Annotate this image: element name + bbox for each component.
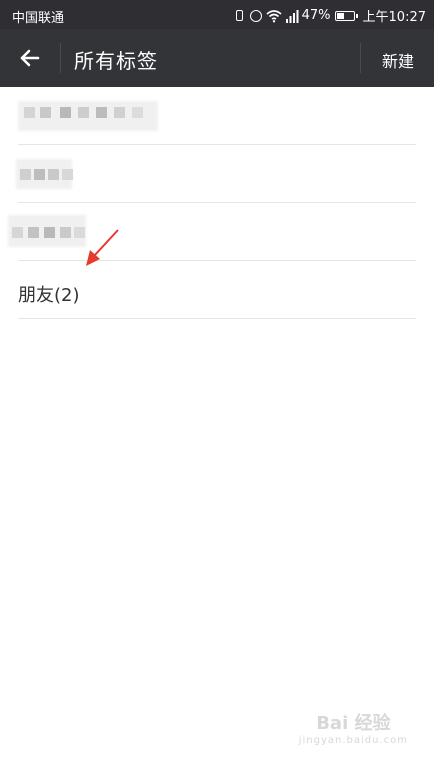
tag-item-blurred-2[interactable] [16,145,416,203]
app-bar: 所有标签 新建 [0,29,434,87]
baidu-watermark: Bai 经验 jingyan.baidu.com [299,709,408,746]
mosaic-pixel [96,107,107,118]
alarm-icon [249,9,262,22]
tag-item-blurred-3[interactable] [8,203,416,261]
tag-list: 朋友(2) [0,87,434,319]
status-bar: 中国联通 47% 上午10:27 [0,0,434,29]
tag-item-blurred-1[interactable] [18,87,416,145]
mosaic-pixel [40,107,51,118]
battery-icon [334,10,358,21]
mosaic-pixel [132,107,143,118]
battery-percent: 47% [301,8,331,23]
mosaic-pixel [20,169,31,180]
mosaic-pixel [24,107,35,118]
new-tag-button[interactable]: 新建 [382,48,414,72]
mosaic-pixel [44,227,55,238]
back-button[interactable] [14,43,46,73]
watermark-url: jingyan.baidu.com [298,735,408,746]
header-divider [360,43,361,73]
arrow-left-icon [20,49,40,67]
vibrate-icon [235,10,243,21]
header-divider [60,43,61,73]
mosaic-pixel [48,169,59,180]
tag-label: 朋友(2) [18,285,80,306]
tag-item-friends[interactable]: 朋友(2) [18,261,416,319]
mosaic-pixel [28,227,39,238]
watermark-logo-text: Bai 经验 [316,713,391,734]
status-icons: 47% 上午10:27 [233,6,426,25]
page-title: 所有标签 [74,49,158,73]
mosaic-pixel [34,169,45,180]
carrier-label: 中国联通 [12,11,65,26]
mosaic-pixel [12,227,23,238]
annotation-arrow-icon [86,229,119,266]
status-time: 上午10:27 [362,10,426,25]
wifi-icon [266,9,282,23]
battery-fill [336,12,344,19]
mosaic-pixel [114,107,125,118]
mosaic-pixel [62,169,73,180]
mosaic-pixel [60,227,71,238]
mosaic-pixel [60,107,71,118]
mosaic-pixel [78,107,89,118]
signal-icon [284,9,299,23]
